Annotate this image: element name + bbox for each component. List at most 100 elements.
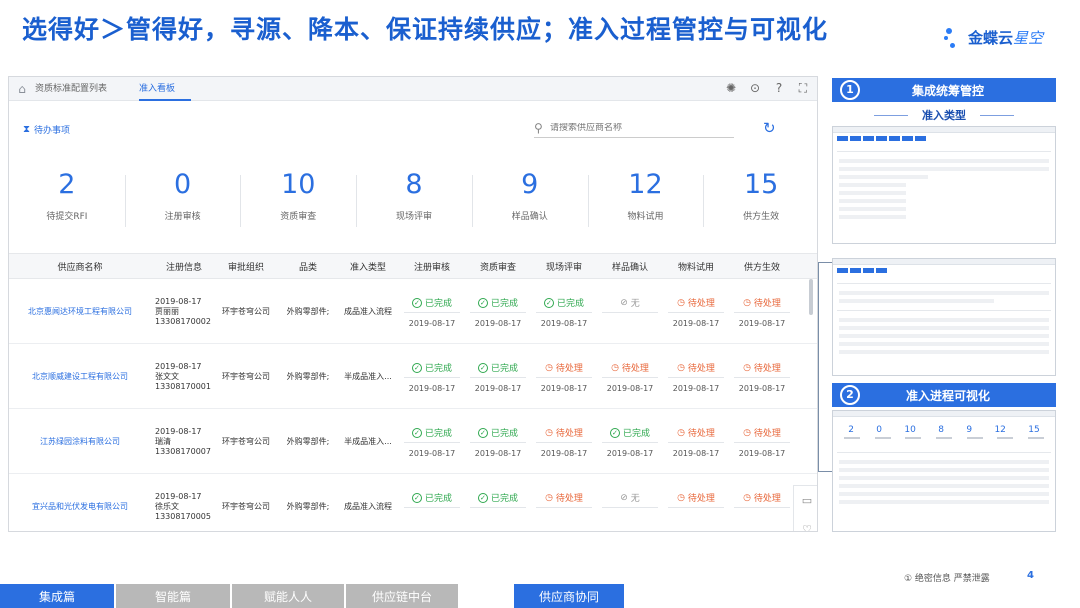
supplier-link[interactable]: 江苏绿园涂料有限公司 [9, 436, 151, 447]
stat-0[interactable]: 2 待提交RFI [9, 167, 125, 237]
status-date: 2019-08-17 [540, 449, 588, 458]
table-row[interactable]: 北京惠闻达环境工程有限公司 2019-08-17 贾丽丽 13308170002 环宇苍… [9, 279, 817, 344]
column-header[interactable]: 注册审核 [399, 260, 465, 273]
footer-tab-1[interactable]: 智能篇 [116, 584, 230, 608]
status-badge[interactable]: ◷ 待处理 [668, 423, 724, 443]
footer-tab-4[interactable]: 供应商协同 [514, 584, 624, 608]
footer-tab-3[interactable]: 供应链中台 [346, 584, 458, 608]
status-badge[interactable]: ◷ 待处理 [668, 488, 724, 508]
thumbnail-stat-value: 8 [938, 425, 944, 435]
column-header[interactable]: 注册信息 [151, 260, 213, 273]
status-badge[interactable]: ◷ 待处理 [536, 423, 592, 443]
column-header[interactable]: 样品确认 [597, 260, 663, 273]
column-header[interactable]: 供方生效 [729, 260, 795, 273]
column-header[interactable]: 准入类型 [337, 260, 399, 273]
status-cell: ◷ 待处理 2019-08-17 [663, 423, 729, 459]
status-badge[interactable]: ◷ 待处理 [668, 358, 724, 378]
supplier-link[interactable]: 北京惠闻达环境工程有限公司 [9, 306, 151, 317]
search-input[interactable] [550, 122, 720, 133]
status-badge[interactable]: ✓ 已完成 [470, 488, 526, 508]
status-text: 待处理 [753, 364, 781, 374]
status-badge[interactable]: ✓ 已完成 [404, 423, 460, 443]
home-icon[interactable]: ⌂ [9, 82, 35, 96]
column-header[interactable]: 物料试用 [663, 260, 729, 273]
heart-icon[interactable]: ♡ [802, 523, 812, 531]
status-cell: ◷ 待处理 [663, 488, 729, 524]
reg-reg_date: 2019-08-17 [155, 361, 202, 371]
status-text: 已完成 [424, 494, 452, 504]
supplier-table: 供应商名称 注册信息 审批组织 品类 准入类型 注册审核 资质审查 现场评审 样品确认 物料试用供… [9, 253, 817, 531]
status-text: 待处理 [753, 494, 781, 504]
stat-value: 8 [405, 169, 423, 200]
status-badge[interactable]: ✓ 已完成 [470, 423, 526, 443]
chat-icon[interactable]: ▭ [802, 494, 812, 507]
status-badge[interactable]: ◷ 待处理 [734, 423, 790, 443]
status-badge[interactable]: ✓ 已完成 [602, 423, 658, 443]
status-badge[interactable]: ✓ 已完成 [404, 488, 460, 508]
fullscreen-icon[interactable]: ⛶ [795, 80, 811, 96]
status-badge[interactable]: ✓ 已完成 [536, 293, 592, 313]
check-circle-icon: ✓ [411, 427, 422, 438]
reg-reg_phone: 13308170001 [155, 381, 211, 391]
table-row[interactable]: 江苏绿园涂料有限公司 2019-08-17 瑞清 13308170007 环宇苍穹公司外… [9, 409, 817, 474]
thumbnail-stat-value: 9 [966, 425, 973, 435]
column-header[interactable]: 品类 [279, 260, 337, 273]
check-circle-icon: ✓ [477, 362, 488, 373]
status-badge[interactable]: ⊘ 无 [602, 488, 658, 508]
status-badge[interactable]: ✓ 已完成 [404, 293, 460, 313]
reg-reg_date: 2019-08-17 [155, 491, 202, 501]
stat-label: 现场评审 [396, 212, 433, 222]
status-cell: ✓ 已完成 2019-08-17 [465, 358, 531, 394]
status-badge[interactable]: ◷ 待处理 [734, 488, 790, 508]
status-badge[interactable]: ◷ 待处理 [536, 488, 592, 508]
table-row[interactable]: 宜兴品和光伏发电有限公司 2019-08-17 徐乐文 13308170005 环宇苍穹… [9, 474, 817, 531]
clock-icon: ◷ [545, 492, 553, 503]
stat-2[interactable]: 10 资质审查 [240, 167, 356, 237]
status-badge[interactable]: ◷ 待处理 [734, 358, 790, 378]
footer-tab-2[interactable]: 赋能人人 [232, 584, 344, 608]
supplier-link[interactable]: 宜兴品和光伏发电有限公司 [9, 501, 151, 512]
column-header[interactable]: 审批组织 [213, 260, 279, 273]
status-badge[interactable]: ✓ 已完成 [470, 293, 526, 313]
supplier-link[interactable]: 北京顺威建设工程有限公司 [9, 371, 151, 382]
status-badge[interactable]: ◷ 待处理 [602, 358, 658, 378]
status-badge[interactable]: ◷ 待处理 [536, 358, 592, 378]
status-badge[interactable]: ✓ 已完成 [470, 358, 526, 378]
stat-5[interactable]: 12 物料试用 [587, 167, 704, 237]
stat-4[interactable]: 9 样品确认 [471, 167, 588, 237]
admission-type: 半成品准入... [344, 436, 392, 446]
refresh-icon[interactable]: ↻ [763, 119, 776, 137]
clock-icon: ◷ [743, 297, 751, 308]
lightbulb-icon[interactable]: ✺ [723, 80, 739, 96]
footer-tabs: 集成篇 智能篇 赋能人人 供应链中台 供应商协同 [0, 584, 626, 608]
table-row[interactable]: 北京顺威建设工程有限公司 2019-08-17 张文文 13308170001 环宇苍穹… [9, 344, 817, 409]
stat-value: 0 [173, 169, 192, 200]
admission-type: 成品准入流程 [344, 306, 392, 316]
stat-6[interactable]: 15 供方生效 [703, 167, 817, 237]
status-date: 2019-08-17 [606, 449, 654, 458]
stat-1[interactable]: 0 注册审核 [124, 167, 241, 237]
stat-label: 注册审核 [164, 212, 201, 222]
status-badge[interactable]: ◷ 待处理 [668, 293, 724, 313]
footer-tab-0[interactable]: 集成篇 [0, 584, 114, 608]
tab-admission-board[interactable]: 准入看板 [139, 77, 192, 101]
clock-icon: ◷ [677, 362, 685, 373]
status-badge[interactable]: ⊘ 无 [602, 293, 658, 313]
panel-2-header: 2 准入进程可视化 [832, 383, 1056, 407]
column-header[interactable]: 供应商名称 [9, 260, 151, 273]
status-date: 2019-08-17 [672, 319, 720, 328]
vertical-scrollbar[interactable] [809, 279, 813, 315]
column-header[interactable]: 资质审查 [465, 260, 531, 273]
pending-title: 待办事项 [34, 126, 71, 136]
message-icon[interactable]: ⊙ [747, 80, 763, 96]
thumbnail-stat-value: 2 [848, 425, 854, 435]
help-icon[interactable]: ? [771, 80, 787, 96]
status-badge[interactable]: ✓ 已完成 [404, 358, 460, 378]
stat-3[interactable]: 8 现场评审 [356, 167, 472, 237]
clock-icon: ◷ [545, 427, 553, 438]
status-cell: ✓ 已完成 2019-08-17 [465, 293, 531, 329]
tab-qualification-config[interactable]: 资质标准配置列表 [35, 77, 123, 101]
status-cell: ◷ 待处理 2019-08-17 [729, 293, 795, 329]
column-header[interactable]: 现场评审 [531, 260, 597, 273]
status-badge[interactable]: ◷ 待处理 [734, 293, 790, 313]
